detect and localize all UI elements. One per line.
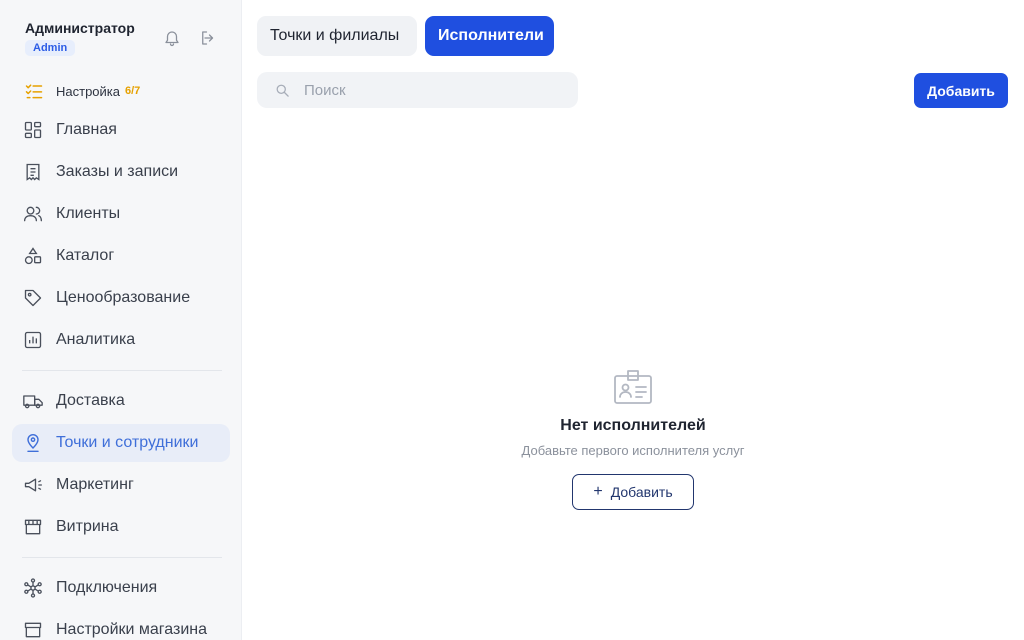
sidebar-item-label: Аналитика (56, 331, 136, 348)
network-icon (22, 577, 44, 599)
sidebar-item-store-settings[interactable]: Настройки магазина (12, 611, 230, 640)
sidebar-item-points-staff[interactable]: Точки и сотрудники (12, 424, 230, 462)
setup-progress[interactable]: Настройка 6/7 (24, 81, 140, 101)
setup-count: 6/7 (125, 85, 141, 97)
search-input[interactable] (302, 80, 562, 100)
app-root: Администратор Admin Настройка 6/7 Главна… (0, 0, 1024, 640)
sidebar-item-label: Ценообразование (56, 289, 191, 306)
checklist-icon (24, 81, 44, 101)
sidebar-item-delivery[interactable]: Доставка (12, 382, 230, 420)
sidebar: Администратор Admin Настройка 6/7 Главна… (0, 0, 242, 640)
tag-icon (22, 287, 44, 309)
sidebar-item-label: Каталог (56, 247, 115, 264)
empty-state-add-label: Добавить (610, 484, 673, 500)
chart-icon (22, 329, 44, 351)
sidebar-item-catalog[interactable]: Каталог (12, 237, 230, 275)
search-icon (275, 83, 290, 98)
sidebar-item-label: Точки и сотрудники (56, 434, 199, 451)
sidebar-item-label: Заказы и записи (56, 163, 179, 180)
sidebar-item-home[interactable]: Главная (12, 111, 230, 149)
receipt-icon (22, 161, 44, 183)
sidebar-item-label: Подключения (56, 579, 158, 596)
sidebar-item-orders[interactable]: Заказы и записи (12, 153, 230, 191)
id-badge-icon (612, 368, 654, 406)
plus-icon: + (593, 483, 603, 500)
tab-points[interactable]: Точки и филиалы (257, 16, 417, 56)
sidebar-divider (22, 370, 222, 371)
empty-state-subtitle: Добавьте первого исполнителя услуг (521, 443, 745, 458)
grid-icon (22, 119, 44, 141)
truck-icon (22, 390, 44, 412)
megaphone-icon (22, 474, 44, 496)
sidebar-item-analytics[interactable]: Аналитика (12, 321, 230, 359)
map-pin-icon (22, 432, 44, 454)
sidebar-item-connections[interactable]: Подключения (12, 569, 230, 607)
tab-executors[interactable]: Исполнители (425, 16, 554, 56)
sidebar-item-marketing[interactable]: Маркетинг (12, 466, 230, 504)
empty-state-add-button[interactable]: + Добавить (572, 474, 694, 510)
store-icon (22, 516, 44, 538)
setup-label: Настройка (56, 83, 120, 99)
bell-icon[interactable] (162, 28, 182, 48)
empty-state-title: Нет исполнителей (560, 417, 706, 434)
role-badge: Admin (25, 40, 76, 56)
sidebar-item-label: Витрина (56, 518, 119, 535)
users-icon (22, 203, 44, 225)
user-block: Администратор Admin (25, 20, 135, 56)
sidebar-item-label: Клиенты (56, 205, 121, 222)
shop-settings-icon (22, 619, 44, 640)
logout-icon[interactable] (198, 28, 218, 48)
search-box[interactable] (257, 72, 578, 108)
sidebar-item-label: Доставка (56, 392, 125, 409)
sidebar-item-label: Главная (56, 121, 117, 138)
sidebar-item-storefront[interactable]: Витрина (12, 508, 230, 546)
shapes-icon (22, 245, 44, 267)
sidebar-item-pricing[interactable]: Ценообразование (12, 279, 230, 317)
sidebar-divider (22, 557, 222, 558)
sidebar-item-clients[interactable]: Клиенты (12, 195, 230, 233)
user-name: Администратор (25, 20, 135, 36)
sidebar-item-label: Настройки магазина (56, 621, 208, 638)
sidebar-item-label: Маркетинг (56, 476, 134, 493)
add-button[interactable]: Добавить (914, 73, 1008, 108)
